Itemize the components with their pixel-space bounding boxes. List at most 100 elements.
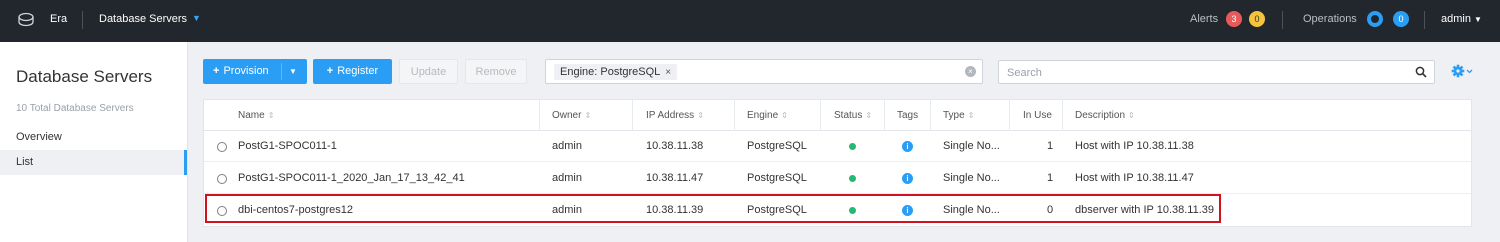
- column-header-status[interactable]: Status ⇕: [834, 100, 872, 131]
- sidebar-item-label: List: [16, 156, 34, 168]
- cell-type: Single No...: [943, 204, 1000, 216]
- cell-engine: PostgreSQL: [747, 140, 807, 152]
- cell-in-use: 1: [1047, 140, 1054, 152]
- row-select-radio[interactable]: [217, 206, 227, 216]
- column-header-tags: Tags: [897, 100, 918, 131]
- alerts-warning-badge[interactable]: 0: [1249, 11, 1265, 27]
- close-icon[interactable]: ×: [665, 67, 671, 78]
- status-ok-icon: [849, 175, 856, 182]
- username: admin: [1441, 13, 1471, 25]
- table-row[interactable]: dbi-centos7-postgres12 admin 10.38.11.39…: [204, 195, 1471, 226]
- remove-button[interactable]: Remove: [465, 59, 527, 84]
- column-divider: [632, 100, 633, 131]
- column-label: Description: [1075, 110, 1126, 121]
- divider: [82, 11, 83, 29]
- register-label: Register: [337, 65, 379, 77]
- chevron-down-icon[interactable]: ▼: [289, 59, 297, 84]
- column-header-owner[interactable]: Owner ⇕: [552, 100, 591, 131]
- column-divider: [930, 100, 931, 131]
- column-header-description[interactable]: Description ⇕: [1075, 100, 1135, 131]
- cell-name[interactable]: PostG1-SPOC011-1: [238, 131, 337, 162]
- cell-description: dbserver with IP 10.38.11.39: [1075, 204, 1215, 216]
- alerts-critical-badge[interactable]: 3: [1226, 11, 1242, 27]
- status-ok-icon: [849, 143, 856, 150]
- sort-icon[interactable]: ⇕: [584, 111, 591, 120]
- section-label: Database Servers: [99, 13, 188, 25]
- chevron-down-icon: ▼: [1473, 15, 1482, 24]
- sort-icon[interactable]: ⇕: [781, 111, 788, 120]
- column-divider: [820, 100, 821, 131]
- provision-button[interactable]: + Provision ▼: [203, 59, 307, 84]
- cell-type: Single No...: [943, 172, 1000, 184]
- column-divider: [1062, 100, 1063, 131]
- cell-engine: PostgreSQL: [747, 172, 807, 184]
- column-label: Tags: [897, 110, 919, 121]
- sidebar: Database Servers 10 Total Database Serve…: [0, 42, 188, 242]
- column-header-type[interactable]: Type ⇕: [943, 100, 974, 131]
- search-input[interactable]: [1007, 65, 1407, 80]
- info-icon[interactable]: i: [902, 173, 913, 184]
- database-servers-table: Name ⇕ Owner ⇕ IP Address ⇕ Engine ⇕ Status ⇕…: [203, 99, 1472, 227]
- column-divider: [1009, 100, 1010, 131]
- cell-owner: admin: [552, 172, 582, 184]
- cell-engine: PostgreSQL: [747, 204, 807, 216]
- filter-chip[interactable]: Engine: PostgreSQL ×: [554, 64, 678, 80]
- operations-count-badge[interactable]: 0: [1393, 11, 1409, 27]
- column-label: IP Address: [646, 110, 695, 121]
- sort-icon[interactable]: ⇕: [697, 111, 704, 120]
- operations-progress-icon[interactable]: [1367, 11, 1383, 27]
- cell-owner: admin: [552, 140, 582, 152]
- cell-ip-address: 10.38.11.38: [646, 140, 704, 152]
- column-divider: [734, 100, 735, 131]
- operations-label[interactable]: Operations: [1303, 13, 1357, 25]
- column-header-ip-address[interactable]: IP Address ⇕: [646, 100, 704, 131]
- row-select-radio[interactable]: [217, 174, 227, 184]
- sort-icon[interactable]: ⇕: [865, 111, 872, 120]
- sort-icon[interactable]: ⇕: [968, 111, 975, 120]
- column-divider: [884, 100, 885, 131]
- filter-input[interactable]: Engine: PostgreSQL × ×: [545, 59, 983, 84]
- table-row[interactable]: PostG1-SPOC011-1_2020_Jan_17_13_42_41 ad…: [204, 163, 1471, 194]
- sort-icon[interactable]: ⇕: [268, 111, 275, 120]
- column-header-in-use: In Use: [1023, 100, 1052, 131]
- cell-name[interactable]: dbi-centos7-postgres12: [238, 195, 353, 226]
- column-label: Owner: [552, 110, 582, 121]
- info-icon[interactable]: i: [902, 205, 913, 216]
- cell-owner: admin: [552, 204, 582, 216]
- app-name[interactable]: Era: [50, 13, 67, 25]
- register-button[interactable]: + Register: [313, 59, 392, 84]
- sidebar-item-list[interactable]: List: [0, 150, 187, 175]
- clear-icon[interactable]: ×: [965, 66, 976, 77]
- row-select-radio[interactable]: [217, 142, 227, 152]
- sidebar-item-overview[interactable]: Overview: [16, 131, 62, 143]
- user-menu[interactable]: admin ▼: [1441, 13, 1482, 25]
- era-logo-icon[interactable]: [17, 11, 35, 29]
- cell-ip-address: 10.38.11.39: [646, 204, 704, 216]
- column-label: Name: [238, 110, 265, 121]
- cell-type: Single No...: [943, 140, 1000, 152]
- divider: [1282, 11, 1283, 29]
- cell-description: Host with IP 10.38.11.38: [1075, 140, 1194, 152]
- alerts-label[interactable]: Alerts: [1190, 13, 1218, 25]
- column-header-engine[interactable]: Engine ⇕: [747, 100, 788, 131]
- column-label: Engine: [747, 110, 779, 121]
- cell-name[interactable]: PostG1-SPOC011-1_2020_Jan_17_13_42_41: [238, 163, 465, 194]
- settings-gear-icon[interactable]: [1451, 63, 1473, 79]
- section-menu[interactable]: Database Servers ▼: [99, 13, 201, 25]
- update-button[interactable]: Update: [399, 59, 458, 84]
- column-header-name[interactable]: Name ⇕: [238, 100, 274, 131]
- table-row[interactable]: PostG1-SPOC011-1 admin 10.38.11.38 Postg…: [204, 131, 1471, 162]
- chevron-down-icon: ▼: [192, 13, 201, 23]
- column-label: Type: [943, 110, 965, 121]
- column-divider: [539, 100, 540, 131]
- search-field[interactable]: [998, 60, 1435, 84]
- column-label: In Use: [1023, 110, 1052, 121]
- divider: [1424, 11, 1425, 29]
- sort-icon[interactable]: ⇕: [1128, 111, 1135, 120]
- column-label: Status: [834, 110, 863, 121]
- search-icon[interactable]: [1415, 66, 1427, 78]
- table-header: Name ⇕ Owner ⇕ IP Address ⇕ Engine ⇕ Status ⇕…: [204, 100, 1471, 131]
- filter-chip-label: Engine: PostgreSQL: [560, 66, 661, 78]
- info-icon[interactable]: i: [902, 141, 913, 152]
- divider: [281, 63, 282, 80]
